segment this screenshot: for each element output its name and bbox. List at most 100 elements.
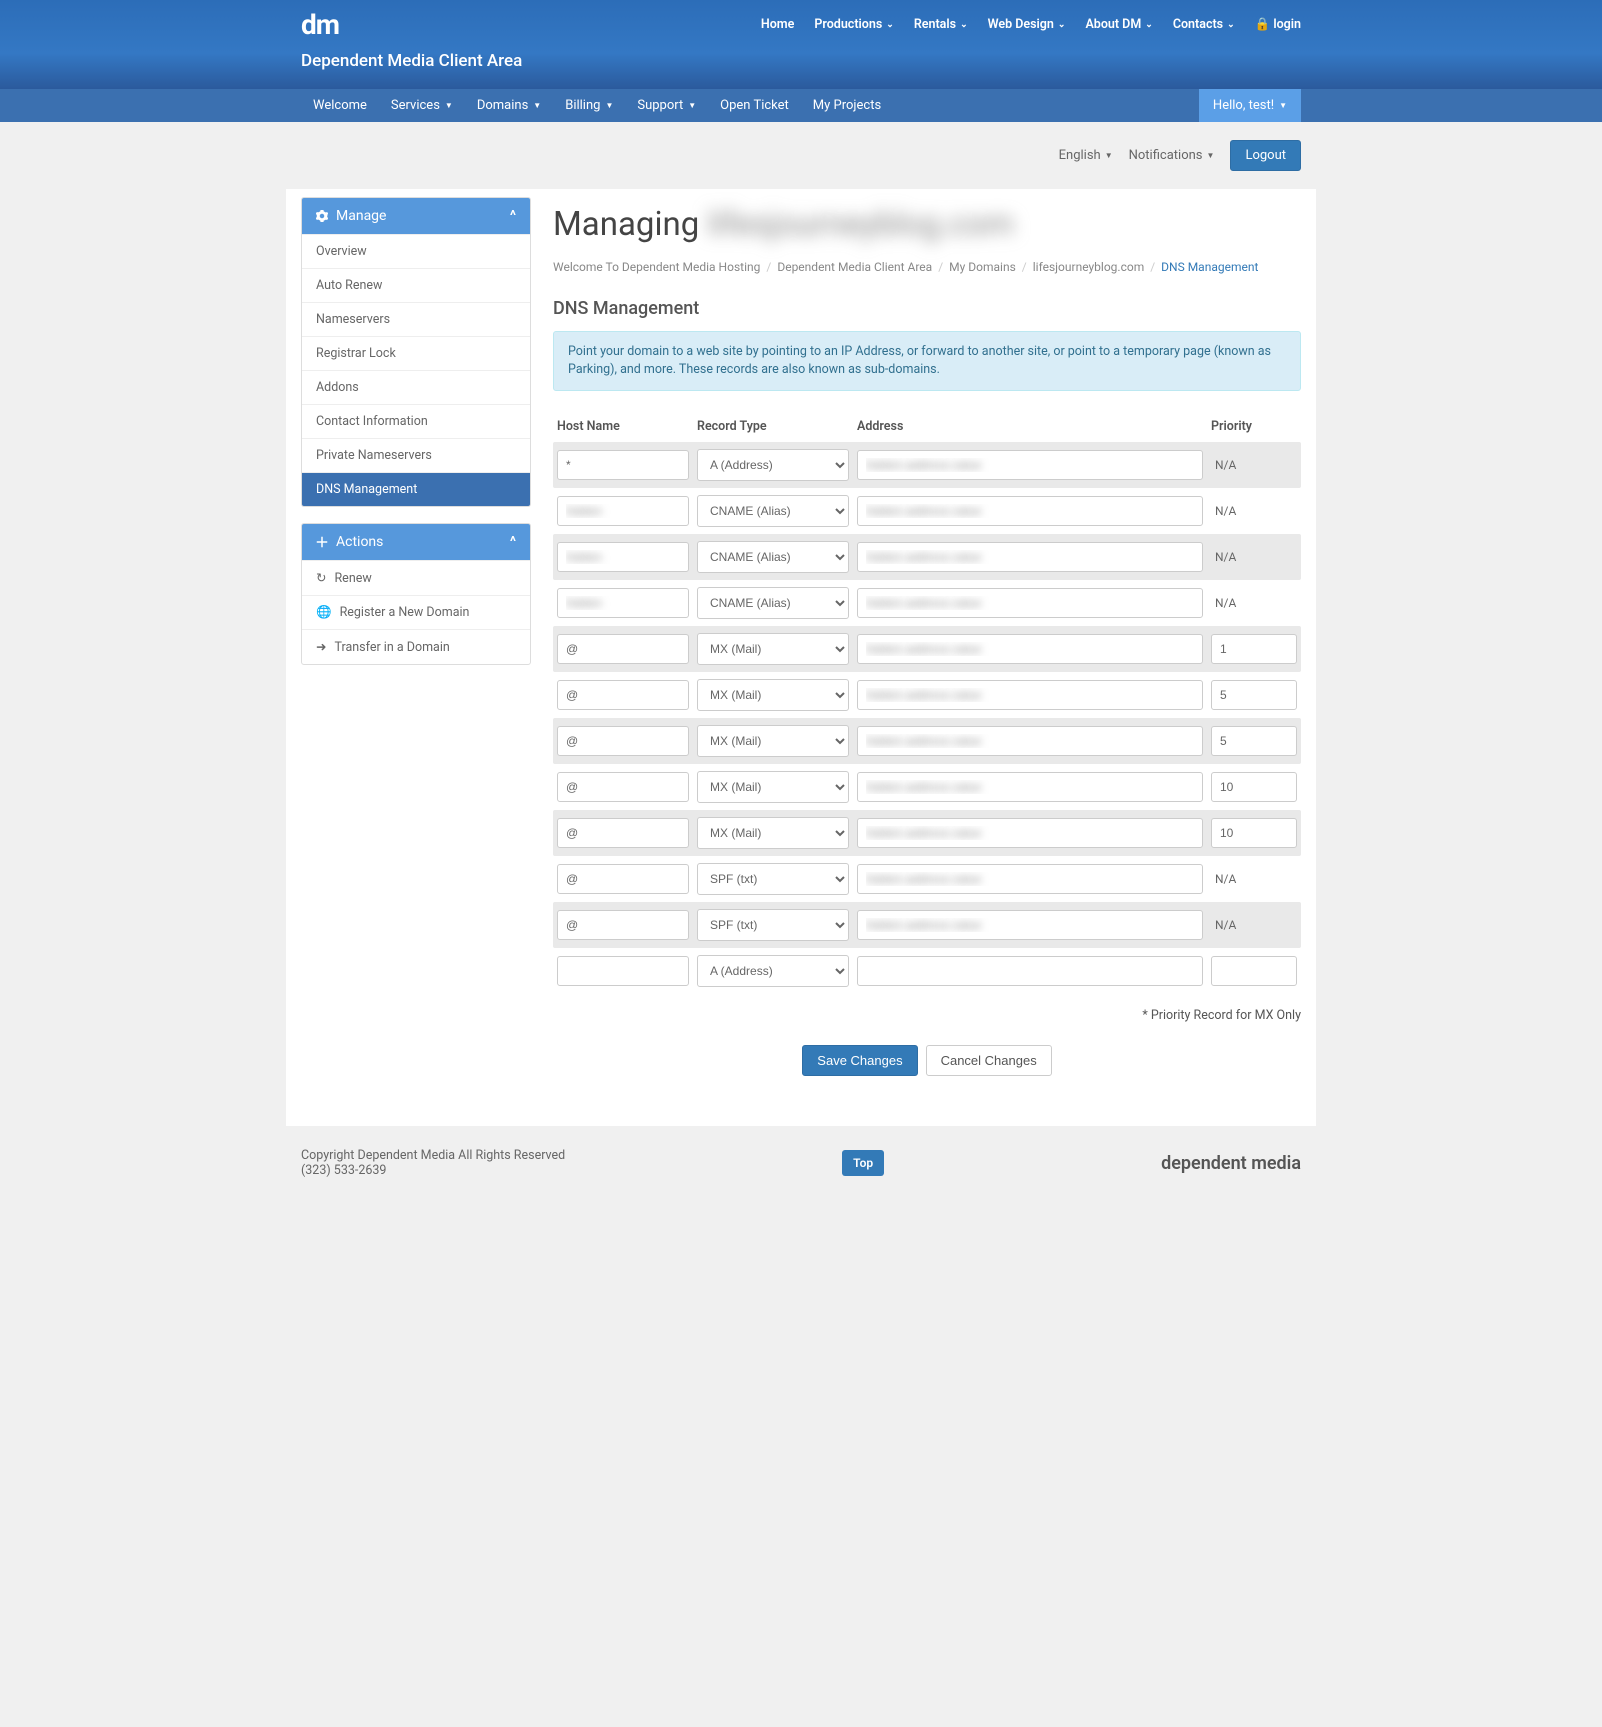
nav-item[interactable]: Services ▼ xyxy=(379,89,465,122)
nav-item[interactable]: Billing ▼ xyxy=(553,89,625,122)
address-input[interactable] xyxy=(857,772,1203,802)
caret-down-icon: ▼ xyxy=(1105,151,1113,160)
recordtype-select[interactable]: A (Address)CNAME (Alias)MX (Mail)SPF (tx… xyxy=(697,541,849,573)
recordtype-select[interactable]: A (Address)CNAME (Alias)MX (Mail)SPF (tx… xyxy=(697,449,849,481)
phone-text: (323) 533-2639 xyxy=(301,1163,565,1178)
address-input[interactable] xyxy=(857,818,1203,848)
sidebar-manage-item[interactable]: Overview xyxy=(302,234,530,268)
breadcrumb-item[interactable]: My Domains xyxy=(949,260,1016,274)
hostname-input[interactable] xyxy=(557,634,689,664)
breadcrumb-item[interactable]: lifesjourneyblog.com xyxy=(1033,260,1144,274)
address-input[interactable] xyxy=(857,496,1203,526)
manage-panel-header[interactable]: Manage xyxy=(302,198,530,234)
actions-panel-header[interactable]: Actions xyxy=(302,524,530,560)
dns-record-row: A (Address)CNAME (Alias)MX (Mail)SPF (tx… xyxy=(553,534,1301,580)
save-button[interactable]: Save Changes xyxy=(802,1045,917,1076)
hostname-input[interactable] xyxy=(557,588,689,618)
breadcrumb: Welcome To Dependent Media Hosting/Depen… xyxy=(553,260,1301,274)
hostname-input[interactable] xyxy=(557,818,689,848)
caret-down-icon: ▼ xyxy=(1207,151,1215,160)
info-banner: Point your domain to a web site by point… xyxy=(553,331,1301,391)
sidebar-action-item[interactable]: 🌐Register a New Domain xyxy=(302,595,530,629)
priority-na: N/A xyxy=(1211,458,1297,472)
nav-item[interactable]: Support ▼ xyxy=(625,89,708,122)
actions-panel-title: Actions xyxy=(336,534,383,550)
hostname-input[interactable] xyxy=(557,542,689,572)
language-dropdown[interactable]: English▼ xyxy=(1059,148,1113,163)
sidebar-manage-item[interactable]: DNS Management xyxy=(302,472,530,506)
hostname-input[interactable] xyxy=(557,956,689,986)
priority-input[interactable] xyxy=(1211,772,1297,802)
address-input[interactable] xyxy=(857,588,1203,618)
sidebar-manage-item[interactable]: Addons xyxy=(302,370,530,404)
top-nav-item[interactable]: Productions⌄ xyxy=(814,17,893,32)
footer-brand: dependent media xyxy=(1161,1153,1301,1174)
address-input[interactable] xyxy=(857,910,1203,940)
address-input[interactable] xyxy=(857,542,1203,572)
priority-input[interactable] xyxy=(1211,956,1297,986)
recordtype-select[interactable]: A (Address)CNAME (Alias)MX (Mail)SPF (tx… xyxy=(697,909,849,941)
nav-item[interactable]: Domains ▼ xyxy=(465,89,553,122)
sidebar-action-item[interactable]: ↻Renew xyxy=(302,560,530,595)
recordtype-select[interactable]: A (Address)CNAME (Alias)MX (Mail)SPF (tx… xyxy=(697,633,849,665)
address-input[interactable] xyxy=(857,864,1203,894)
nav-item[interactable]: My Projects xyxy=(801,89,893,122)
address-input[interactable] xyxy=(857,680,1203,710)
chevron-down-icon: ⌄ xyxy=(886,20,894,30)
recordtype-select[interactable]: A (Address)CNAME (Alias)MX (Mail)SPF (tx… xyxy=(697,679,849,711)
priority-input[interactable] xyxy=(1211,818,1297,848)
sidebar-action-item[interactable]: ➜Transfer in a Domain xyxy=(302,629,530,664)
top-nav-item[interactable]: About DM⌄ xyxy=(1085,17,1152,32)
refresh-icon: ↻ xyxy=(316,570,326,586)
nav-item[interactable]: Open Ticket xyxy=(708,89,801,122)
priority-input[interactable] xyxy=(1211,680,1297,710)
hostname-input[interactable] xyxy=(557,496,689,526)
chevron-up-icon xyxy=(510,534,516,550)
notifications-dropdown[interactable]: Notifications▼ xyxy=(1129,148,1215,163)
caret-down-icon: ▼ xyxy=(605,101,613,110)
priority-input[interactable] xyxy=(1211,726,1297,756)
sidebar-action-label: Transfer in a Domain xyxy=(334,640,449,655)
breadcrumb-item[interactable]: Welcome To Dependent Media Hosting xyxy=(553,260,760,274)
hostname-input[interactable] xyxy=(557,772,689,802)
recordtype-select[interactable]: A (Address)CNAME (Alias)MX (Mail)SPF (tx… xyxy=(697,817,849,849)
chevron-down-icon: ⌄ xyxy=(1058,20,1066,30)
address-input[interactable] xyxy=(857,956,1203,986)
cancel-button[interactable]: Cancel Changes xyxy=(926,1045,1052,1076)
breadcrumb-item[interactable]: Dependent Media Client Area xyxy=(777,260,932,274)
user-menu[interactable]: Hello, test!▼ xyxy=(1199,89,1301,122)
sidebar-manage-item[interactable]: Registrar Lock xyxy=(302,336,530,370)
address-input[interactable] xyxy=(857,634,1203,664)
top-nav-item[interactable]: Rentals⌄ xyxy=(914,17,968,32)
recordtype-select[interactable]: A (Address)CNAME (Alias)MX (Mail)SPF (tx… xyxy=(697,587,849,619)
recordtype-select[interactable]: A (Address)CNAME (Alias)MX (Mail)SPF (tx… xyxy=(697,955,849,987)
address-input[interactable] xyxy=(857,726,1203,756)
sidebar-manage-item[interactable]: Nameservers xyxy=(302,302,530,336)
hostname-input[interactable] xyxy=(557,680,689,710)
hostname-input[interactable] xyxy=(557,726,689,756)
back-to-top-button[interactable]: Top xyxy=(842,1150,884,1176)
sidebar-manage-item[interactable]: Private Nameservers xyxy=(302,438,530,472)
hostname-input[interactable] xyxy=(557,910,689,940)
sidebar-manage-item[interactable]: Contact Information xyxy=(302,404,530,438)
section-heading: DNS Management xyxy=(553,298,1301,319)
logout-button[interactable]: Logout xyxy=(1230,140,1301,171)
top-nav-item[interactable]: Web Design⌄ xyxy=(988,17,1066,32)
hostname-input[interactable] xyxy=(557,450,689,480)
top-nav-item[interactable]: Contacts⌄ xyxy=(1173,17,1235,32)
logo[interactable]: dm xyxy=(301,8,339,41)
login-link[interactable]: 🔒 login xyxy=(1255,17,1301,32)
address-input[interactable] xyxy=(857,450,1203,480)
manage-panel-title: Manage xyxy=(336,208,386,224)
hostname-input[interactable] xyxy=(557,864,689,894)
column-header-priority: Priority xyxy=(1211,419,1297,434)
recordtype-select[interactable]: A (Address)CNAME (Alias)MX (Mail)SPF (tx… xyxy=(697,725,849,757)
recordtype-select[interactable]: A (Address)CNAME (Alias)MX (Mail)SPF (tx… xyxy=(697,771,849,803)
recordtype-select[interactable]: A (Address)CNAME (Alias)MX (Mail)SPF (tx… xyxy=(697,495,849,527)
sidebar-manage-item[interactable]: Auto Renew xyxy=(302,268,530,302)
nav-item[interactable]: Welcome xyxy=(301,89,379,122)
recordtype-select[interactable]: A (Address)CNAME (Alias)MX (Mail)SPF (tx… xyxy=(697,863,849,895)
priority-input[interactable] xyxy=(1211,634,1297,664)
top-nav-item[interactable]: Home xyxy=(761,17,795,32)
top-nav: Home Productions⌄ Rentals⌄ Web Design⌄ About… xyxy=(761,17,1301,32)
